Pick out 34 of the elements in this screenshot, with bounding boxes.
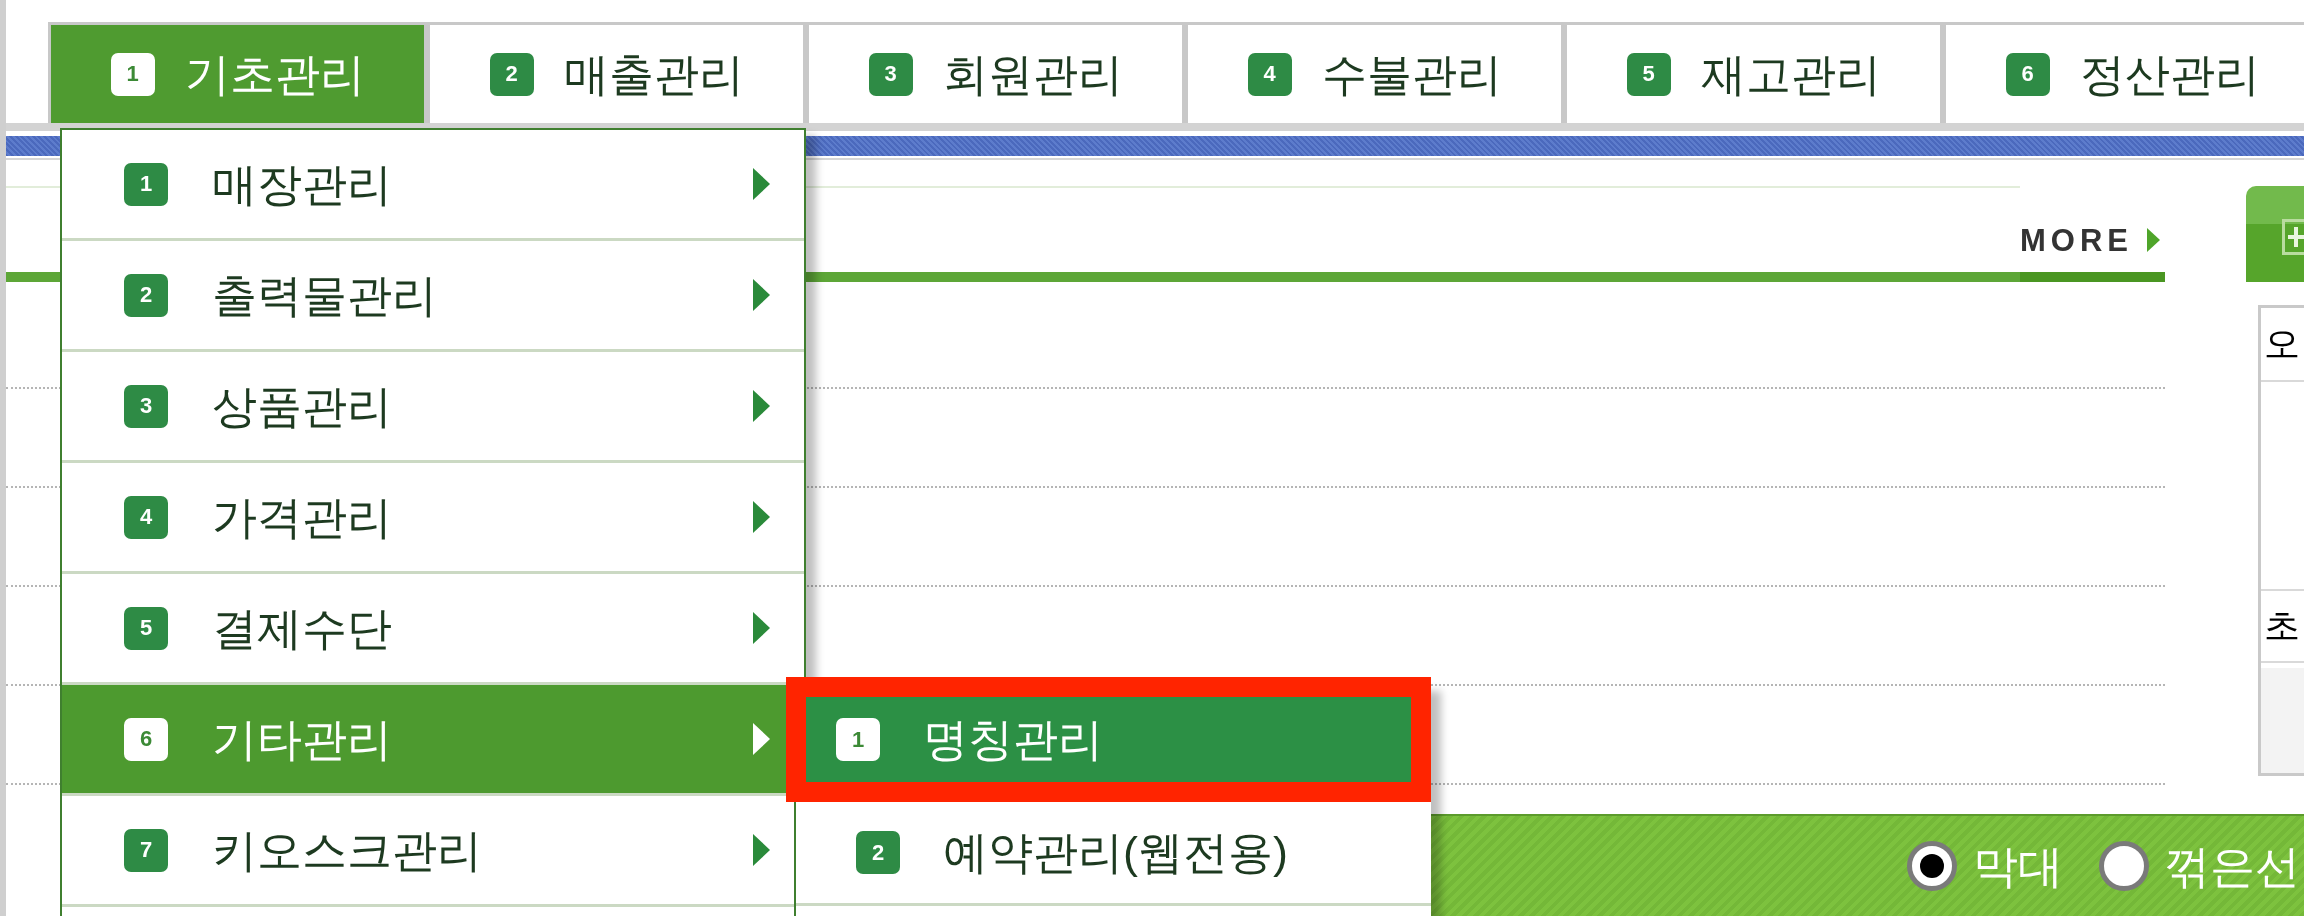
number-badge: 1 bbox=[836, 718, 880, 761]
number-badge: 5 bbox=[124, 606, 168, 650]
number-badge: 2 bbox=[124, 273, 168, 317]
number-badge: 3 bbox=[868, 52, 913, 96]
number-badge: 3 bbox=[124, 384, 168, 428]
number-badge: 1 bbox=[110, 52, 155, 96]
menu-tab[interactable]: 3 회원관리 bbox=[806, 22, 1185, 123]
submenu-item[interactable]: 1 명칭관리 bbox=[786, 677, 1431, 802]
menu-item[interactable]: 4 가격관리 bbox=[62, 463, 804, 574]
caret-right-icon bbox=[2147, 228, 2160, 252]
menu-tab[interactable]: 1 기초관리 bbox=[48, 22, 427, 123]
number-badge: 2 bbox=[856, 831, 900, 874]
menu-tab[interactable]: 4 수불관리 bbox=[1185, 22, 1564, 123]
menu-tab[interactable]: 5 재고관리 bbox=[1564, 22, 1943, 123]
number-badge: 6 bbox=[124, 717, 168, 761]
submenu-item[interactable]: 2 예약관리(웹전용) bbox=[796, 802, 1431, 906]
number-badge: 4 bbox=[1247, 52, 1292, 96]
menu-item[interactable]: 1 매장관리 bbox=[62, 130, 804, 241]
menu-item[interactable]: 2 출력물관리 bbox=[62, 241, 804, 352]
table-cell: 오 bbox=[2264, 326, 2300, 362]
table-cell: 초 bbox=[2264, 608, 2300, 644]
number-badge: 1 bbox=[124, 162, 168, 206]
radio-button[interactable] bbox=[1907, 841, 1957, 891]
more-link[interactable]: MORE bbox=[2020, 224, 2160, 256]
number-badge: 6 bbox=[2005, 52, 2050, 96]
number-badge: 7 bbox=[124, 828, 168, 872]
radio-button[interactable] bbox=[2099, 841, 2149, 891]
menu-tab[interactable]: 2 매출관리 bbox=[427, 22, 806, 123]
number-badge: 2 bbox=[489, 52, 534, 96]
number-badge: 4 bbox=[124, 495, 168, 539]
number-badge: 5 bbox=[1626, 52, 1671, 96]
menu-item[interactable]: 3 상품관리 bbox=[62, 352, 804, 463]
menu-tab[interactable]: 6 정산관리 bbox=[1943, 22, 2304, 123]
menu-item[interactable]: 5 결제수단 bbox=[62, 574, 804, 685]
